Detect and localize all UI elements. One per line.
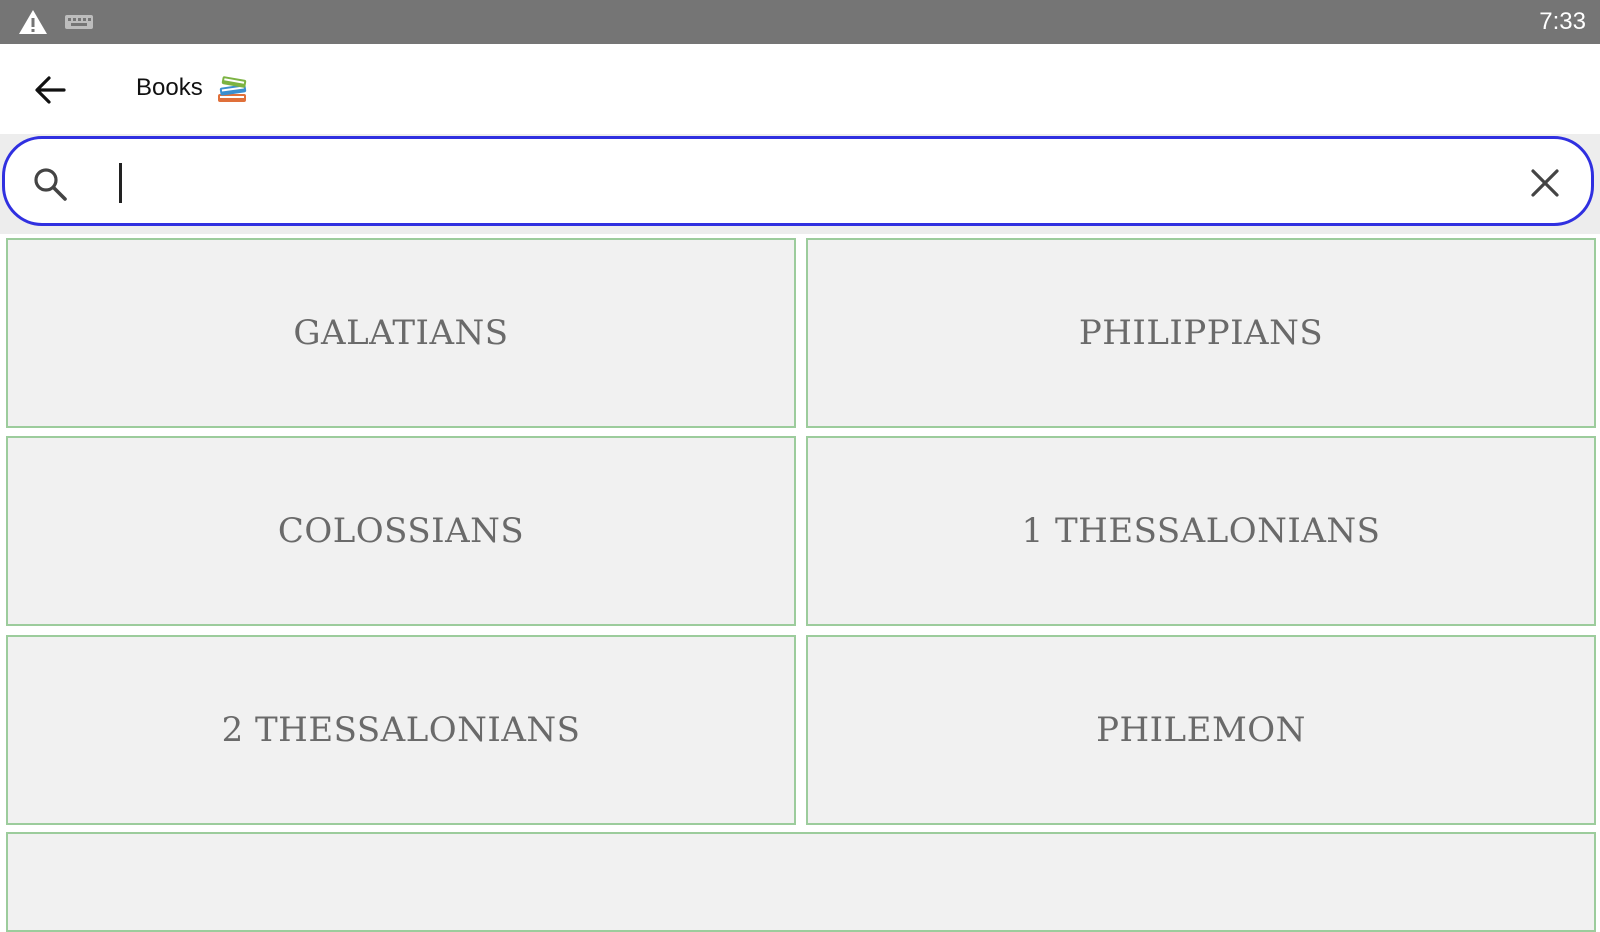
book-label: PHILEMON — [1096, 710, 1306, 750]
book-label: COLOSSIANS — [277, 511, 525, 551]
arrow-left-icon[interactable] — [30, 70, 70, 110]
status-bar: 7:33 — [0, 0, 1600, 44]
status-time: 7:33 — [1539, 8, 1586, 35]
book-tile-2-thessalonians[interactable]: 2 THESSALONIANS — [6, 635, 796, 825]
search-input[interactable] — [113, 155, 1497, 211]
search-box[interactable] — [2, 136, 1594, 226]
text-cursor — [119, 163, 122, 203]
app-bar: Books — [0, 44, 1600, 134]
search-container — [0, 134, 1600, 234]
page-title: Books — [136, 74, 203, 101]
search-icon — [34, 168, 67, 201]
keyboard-icon — [65, 15, 93, 29]
book-label: GALATIANS — [293, 313, 509, 353]
book-label: PHILIPPIANS — [1078, 313, 1324, 353]
books-emoji-icon — [218, 76, 247, 102]
book-tile-partial[interactable] — [6, 832, 1596, 932]
warning-icon — [19, 10, 47, 34]
book-tile-1-thessalonians[interactable]: 1 THESSALONIANS — [806, 436, 1596, 626]
book-tile-colossians[interactable]: COLOSSIANS — [6, 436, 796, 626]
book-label: 2 THESSALONIANS — [221, 710, 581, 750]
books-grid: GALATIANS PHILIPPIANS COLOSSIANS 1 THESS… — [0, 234, 1600, 932]
book-tile-philippians[interactable]: PHILIPPIANS — [806, 238, 1596, 428]
close-icon[interactable] — [1527, 165, 1563, 201]
book-label: 1 THESSALONIANS — [1021, 511, 1381, 551]
book-tile-philemon[interactable]: PHILEMON — [806, 635, 1596, 825]
book-tile-galatians[interactable]: GALATIANS — [6, 238, 796, 428]
